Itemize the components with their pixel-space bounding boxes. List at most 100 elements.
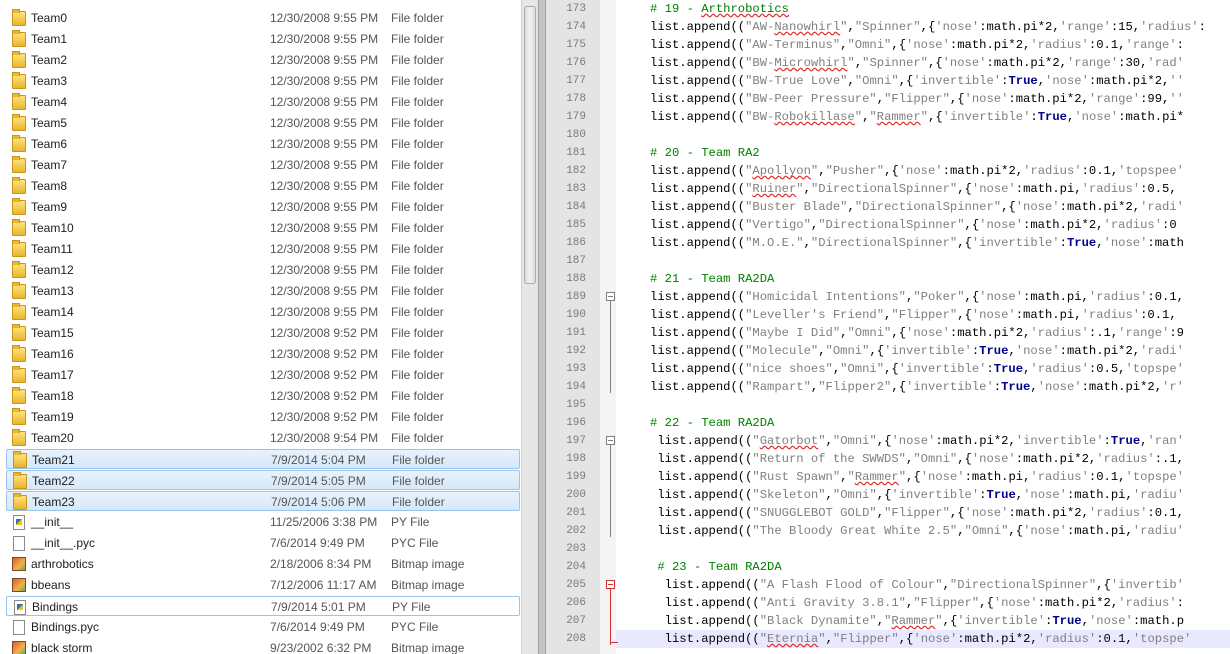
line-number: 202 (566, 525, 586, 537)
file-name: Team18 (31, 389, 74, 403)
file-date-modified: 12/30/2008 9:55 PM (270, 137, 379, 151)
code-line[interactable]: list.append(("Homicidal Intentions","Pok… (650, 288, 1184, 306)
code-line[interactable]: list.append(("BW-Microwhirl","Spinner",{… (650, 54, 1184, 72)
file-row[interactable]: Team23 7/9/2014 5:06 PM File folder (6, 491, 520, 511)
file-row[interactable]: Team18 12/30/2008 9:52 PM File folder (6, 386, 520, 406)
file-date-modified: 11/25/2006 3:38 PM (270, 515, 378, 529)
file-row[interactable]: arthrobotics 2/18/2006 8:34 PM Bitmap imag… (6, 554, 520, 574)
code-comment-line[interactable]: # 23 - Team RA2DA (650, 558, 781, 576)
code-line[interactable]: list.append(("Rust Spawn","Rammer",{'nos… (650, 468, 1184, 486)
code-line[interactable]: list.append(("Anti Gravity 3.8.1","Flipp… (650, 594, 1184, 612)
file-row[interactable]: Team14 12/30/2008 9:55 PM File folder (6, 302, 520, 322)
code-line[interactable]: list.append(("BW-True Love","Omni",{'inv… (650, 72, 1184, 90)
line-number: 188 (566, 273, 586, 285)
file-row[interactable]: Team6 12/30/2008 9:55 PM File folder (6, 134, 520, 154)
file-row[interactable]: Team21 7/9/2014 5:04 PM File folder (6, 449, 520, 469)
line-number: 184 (566, 201, 586, 213)
file-name: Bindings.pyc (31, 620, 100, 634)
file-row[interactable]: Team1 12/30/2008 9:55 PM File folder (6, 29, 520, 49)
folder-icon (12, 72, 26, 89)
file-row[interactable]: Team15 12/30/2008 9:52 PM File folder (6, 323, 520, 343)
code-line[interactable]: list.append(("A Flash Flood of Colour","… (650, 576, 1184, 594)
code-line[interactable]: list.append(("Maybe I Did","Omni",{'nose… (650, 324, 1184, 342)
file-type: File folder (391, 158, 444, 172)
file-date-modified: 12/30/2008 9:55 PM (270, 263, 379, 277)
folder-icon (12, 135, 26, 152)
file-list-scrollbar[interactable] (521, 0, 539, 654)
code-line[interactable]: list.append(("Ruiner","DirectionalSpinne… (650, 180, 1177, 198)
file-name: __init__.pyc (31, 536, 96, 550)
code-line[interactable]: list.append(("Molecule","Omni",{'inverti… (650, 342, 1184, 360)
file-row[interactable]: Team5 12/30/2008 9:55 PM File folder (6, 113, 520, 133)
code-line[interactable]: list.append(("Apollyon","Pusher",{'nose'… (650, 162, 1184, 180)
file-row[interactable]: Team17 12/30/2008 9:52 PM File folder (6, 365, 520, 385)
file-row[interactable]: Team4 12/30/2008 9:55 PM File folder (6, 92, 520, 112)
file-row[interactable]: Team12 12/30/2008 9:55 PM File folder (6, 260, 520, 280)
code-comment-line[interactable]: # 20 - Team RA2 (650, 144, 760, 162)
file-row[interactable]: Bindings.pyc 7/6/2014 9:49 PM PYC File (6, 617, 520, 637)
pane-splitter[interactable] (538, 0, 546, 654)
file-date-modified: 12/30/2008 9:55 PM (270, 242, 379, 256)
line-number: 186 (566, 237, 586, 249)
file-type: File folder (391, 200, 444, 214)
file-row[interactable]: Team3 12/30/2008 9:55 PM File folder (6, 71, 520, 91)
file-row[interactable]: Team8 12/30/2008 9:55 PM File folder (6, 176, 520, 196)
code-line[interactable]: list.append(("Buster Blade","Directional… (650, 198, 1184, 216)
folder-icon (12, 51, 26, 68)
code-line[interactable]: list.append(("Rampart","Flipper2",{'inve… (650, 378, 1184, 396)
folder-icon (12, 429, 26, 446)
code-line[interactable]: list.append(("Eternia","Flipper",{'nose'… (650, 630, 1192, 648)
code-line[interactable]: list.append(("nice shoes","Omni",{'inver… (650, 360, 1184, 378)
fold-toggle-icon[interactable] (606, 292, 615, 301)
code-line[interactable]: list.append(("Leveller's Friend","Flippe… (650, 306, 1177, 324)
file-row[interactable]: Team10 12/30/2008 9:55 PM File folder (6, 218, 520, 238)
file-type: PY File (392, 600, 431, 614)
file-name: Team17 (31, 368, 74, 382)
code-comment-line[interactable]: # 22 - Team RA2DA (650, 414, 774, 432)
file-row[interactable]: Team2 12/30/2008 9:55 PM File folder (6, 50, 520, 70)
file-row[interactable]: Team19 12/30/2008 9:52 PM File folder (6, 407, 520, 427)
folder-icon (12, 30, 26, 47)
code-editor[interactable]: 173 174 175 176 177 178 179 180 181 182 183 184 185 1… (546, 0, 1230, 654)
file-row[interactable]: Team20 12/30/2008 9:54 PM File folder (6, 428, 520, 448)
file-row[interactable]: Team0 12/30/2008 9:55 PM File folder (6, 8, 520, 28)
file-row[interactable]: black storm 9/23/2002 6:32 PM Bitmap image (6, 638, 520, 654)
code-line[interactable]: list.append(("M.O.E.","DirectionalSpinne… (650, 234, 1184, 252)
code-line[interactable]: list.append(("AW-Nanowhirl","Spinner",{'… (650, 18, 1206, 36)
code-line[interactable]: list.append(("AW-Terminus","Omni",{'nose… (650, 36, 1184, 54)
line-number: 182 (566, 165, 586, 177)
code-line[interactable]: list.append(("The Bloody Great White 2.5… (650, 522, 1184, 540)
file-row[interactable]: __init__ 11/25/2006 3:38 PM PY File (6, 512, 520, 532)
file-row[interactable]: Team7 12/30/2008 9:55 PM File folder (6, 155, 520, 175)
file-name: Team11 (31, 242, 73, 256)
code-line[interactable]: list.append(("BW-Robokillase","Rammer",{… (650, 108, 1184, 126)
line-number: 205 (566, 579, 586, 591)
file-row[interactable]: Team16 12/30/2008 9:52 PM File folder (6, 344, 520, 364)
code-line[interactable]: list.append(("BW-Peer Pressure","Flipper… (650, 90, 1184, 108)
folder-icon (12, 345, 26, 362)
file-row[interactable]: Team13 12/30/2008 9:55 PM File folder (6, 281, 520, 301)
code-comment-line[interactable]: # 19 - Arthrobotics (650, 0, 789, 18)
file-date-modified: 7/6/2014 9:49 PM (270, 536, 365, 550)
file-row[interactable]: __init__.pyc 7/6/2014 9:49 PM PYC File (6, 533, 520, 553)
file-name: Team13 (31, 284, 74, 298)
fold-toggle-icon[interactable] (606, 580, 615, 589)
file-row[interactable]: bbeans 7/12/2006 11:17 AM Bitmap image (6, 575, 520, 595)
code-line[interactable]: list.append(("Gatorbot","Omni",{'nose':m… (650, 432, 1184, 450)
file-type: File folder (391, 53, 444, 67)
file-row[interactable]: Team9 12/30/2008 9:55 PM File folder (6, 197, 520, 217)
code-line[interactable]: list.append(("Skeleton","Omni",{'inverti… (650, 486, 1184, 504)
file-date-modified: 12/30/2008 9:55 PM (270, 11, 379, 25)
code-line[interactable]: list.append(("Return of the SWWDS","Omni… (650, 450, 1184, 468)
fold-toggle-icon[interactable] (606, 436, 615, 445)
file-row[interactable]: Team11 12/30/2008 9:55 PM File folder (6, 239, 520, 259)
file-row[interactable]: Bindings 7/9/2014 5:01 PM PY File (6, 596, 520, 616)
scrollbar-thumb[interactable] (524, 6, 536, 284)
file-name: Team6 (31, 137, 68, 151)
code-line[interactable]: list.append(("SNUGGLEBOT GOLD","Flipper"… (650, 504, 1184, 522)
file-date-modified: 12/30/2008 9:52 PM (270, 410, 379, 424)
code-line[interactable]: list.append(("Black Dynamite","Rammer",{… (650, 612, 1184, 630)
file-row[interactable]: Team22 7/9/2014 5:05 PM File folder (6, 470, 520, 490)
code-comment-line[interactable]: # 21 - Team RA2DA (650, 270, 774, 288)
code-line[interactable]: list.append(("Vertigo","DirectionalSpinn… (650, 216, 1177, 234)
